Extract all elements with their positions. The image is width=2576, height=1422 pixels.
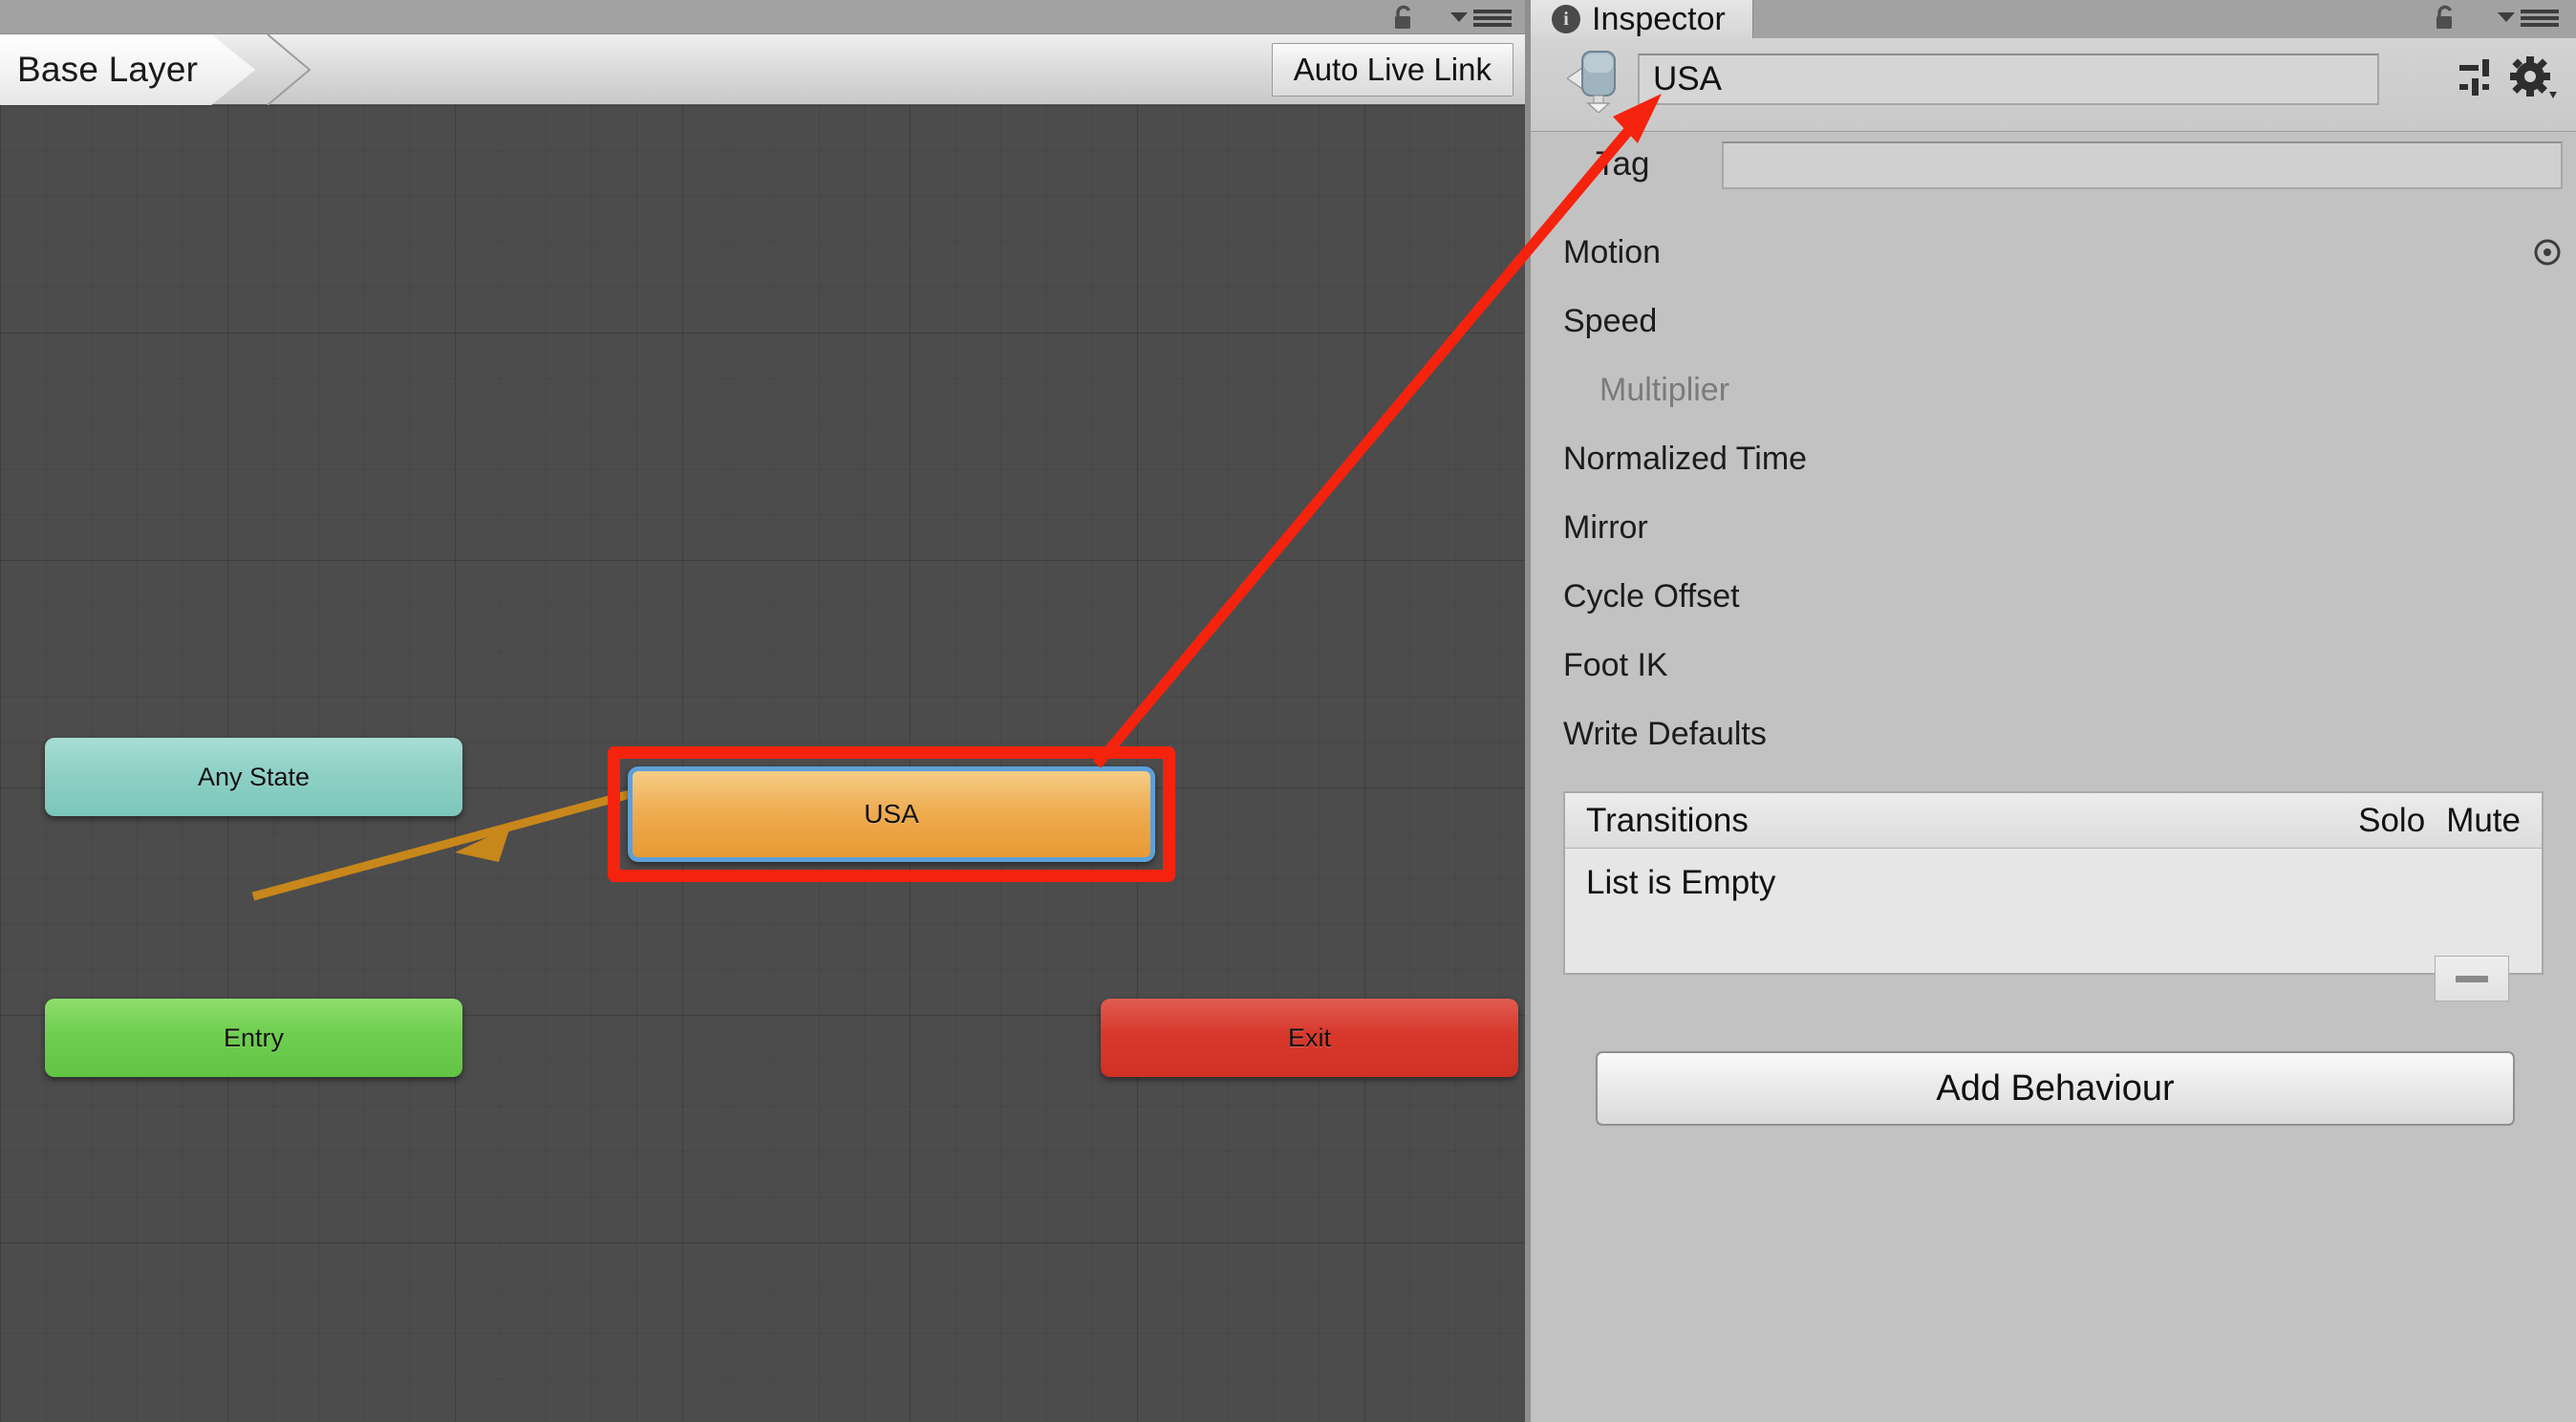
- inspector-window: i Inspector USA Tag Motion Speed Multipl…: [1531, 0, 2576, 1422]
- solo-header: Solo: [2358, 802, 2426, 839]
- tab-inspector[interactable]: i Inspector: [1531, 0, 1753, 38]
- animator-titlebar: [0, 0, 1531, 34]
- motion-label: Motion: [1563, 233, 1662, 270]
- hamburger-menu-icon[interactable]: [2494, 6, 2563, 31]
- transitions-title: Transitions: [1586, 801, 1749, 839]
- info-icon: i: [1552, 5, 1580, 33]
- breadcrumb-base-layer[interactable]: Base Layer: [0, 34, 255, 105]
- gear-icon[interactable]: [2509, 55, 2559, 103]
- mirror-label: Mirror: [1563, 508, 1648, 546]
- property-row-speed: Speed 1: [1531, 287, 2576, 356]
- speed-label: Speed: [1563, 302, 1658, 339]
- transitions-list-header: Transitions Solo Mute: [1565, 793, 2542, 849]
- inspector-tabstrip: i Inspector: [1531, 0, 2576, 38]
- add-behaviour-button[interactable]: Add Behaviour: [1596, 1051, 2515, 1126]
- multiplier-label: Multiplier: [1599, 371, 1730, 408]
- inspector-tab-label: Inspector: [1592, 0, 1726, 37]
- object-picker-icon[interactable]: [2530, 235, 2565, 269]
- node-label: Exit: [1287, 1023, 1331, 1052]
- graph-node-usa[interactable]: USA: [628, 766, 1155, 862]
- normalized-time-label: Normalized Time: [1563, 440, 1808, 477]
- property-row-foot-ik: Foot IK: [1531, 631, 2576, 700]
- node-label: USA: [864, 799, 919, 829]
- tag-input[interactable]: [1722, 141, 2563, 189]
- animator-state-icon: [1565, 50, 1626, 115]
- transitions-list-body[interactable]: List is Empty: [1565, 849, 2542, 973]
- breadcrumb-chevron-icon: [266, 33, 313, 106]
- breadcrumb-label: Base Layer: [17, 50, 199, 89]
- property-row-write-defaults: Write Defaults: [1531, 700, 2576, 768]
- transitions-solo-mute-headers: Solo Mute: [2358, 793, 2521, 849]
- hamburger-menu-icon[interactable]: [1447, 6, 1515, 31]
- write-defaults-label: Write Defaults: [1563, 715, 1767, 752]
- remove-transition-button[interactable]: [2435, 956, 2509, 1002]
- property-row-motion: Motion USA_vmd: [1531, 218, 2576, 287]
- graph-node-entry[interactable]: Entry: [45, 999, 462, 1077]
- auto-live-link-button[interactable]: Auto Live Link: [1271, 43, 1513, 97]
- tag-row: Tag: [1531, 134, 2576, 193]
- add-behaviour-label: Add Behaviour: [1936, 1067, 2175, 1109]
- transitions-empty-text: List is Empty: [1586, 864, 1776, 901]
- tag-label: Tag: [1596, 145, 1650, 183]
- lock-icon[interactable]: [1389, 4, 1418, 32]
- animator-graph-canvas[interactable]: Any State USA Entry Exit: [0, 105, 1531, 1422]
- cycle-offset-label: Cycle Offset: [1563, 577, 1740, 614]
- mute-header: Mute: [2446, 802, 2521, 839]
- minus-icon: [2456, 975, 2488, 982]
- auto-live-link-label: Auto Live Link: [1293, 52, 1492, 87]
- node-label: Entry: [223, 1023, 285, 1052]
- property-row-cycle-offset: Cycle Offset 0 Parameter: [1531, 562, 2576, 631]
- property-row-multiplier: Multiplier Parameter: [1531, 356, 2576, 424]
- preset-sliders-icon[interactable]: [2458, 57, 2498, 101]
- property-row-normalized-time: Normalized Time Parameter: [1531, 424, 2576, 493]
- graph-node-any-state[interactable]: Any State: [45, 738, 462, 816]
- foot-ik-label: Foot IK: [1563, 646, 1668, 683]
- graph-node-exit[interactable]: Exit: [1101, 999, 1518, 1077]
- inspector-object-header: USA: [1531, 38, 2576, 132]
- animator-window: Base Layer Auto Live Link Any State USA: [0, 0, 1531, 1422]
- layer-breadcrumb-bar: Base Layer Auto Live Link: [0, 33, 1531, 106]
- node-label: Any State: [197, 762, 311, 791]
- state-name-input[interactable]: USA: [1638, 54, 2379, 105]
- transitions-list: Transitions Solo Mute List is Empty: [1563, 791, 2544, 975]
- state-name-value: USA: [1653, 60, 1722, 97]
- lock-icon[interactable]: [2431, 4, 2459, 32]
- property-row-mirror: Mirror Parameter: [1531, 493, 2576, 562]
